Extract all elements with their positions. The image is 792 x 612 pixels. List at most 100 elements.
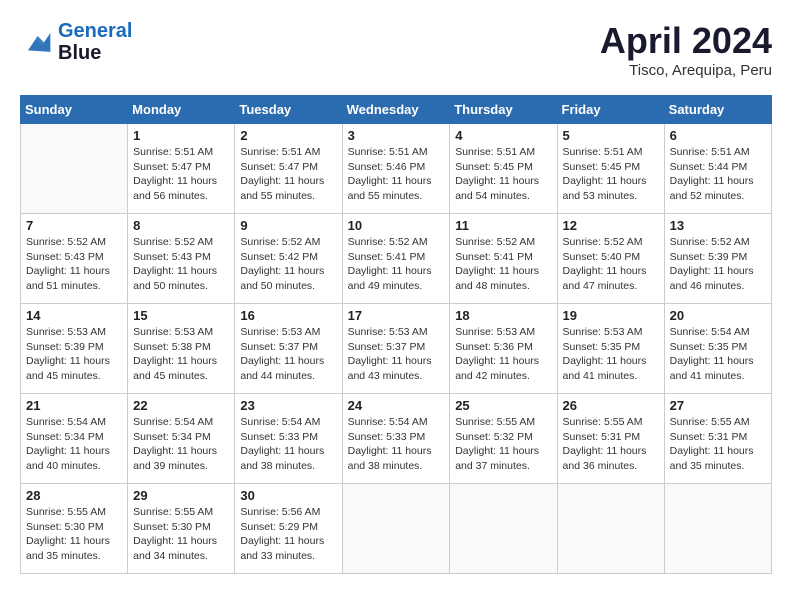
day-info: Sunrise: 5:52 AMSunset: 5:40 PMDaylight:…	[563, 235, 659, 294]
calendar-cell: 18 Sunrise: 5:53 AMSunset: 5:36 PMDayligh…	[450, 304, 557, 394]
calendar-cell: 26 Sunrise: 5:55 AMSunset: 5:31 PMDayligh…	[557, 394, 664, 484]
day-info: Sunrise: 5:52 AMSunset: 5:39 PMDaylight:…	[670, 235, 766, 294]
day-number: 20	[670, 308, 766, 323]
day-number: 11	[455, 218, 551, 233]
calendar-cell	[557, 484, 664, 574]
weekday-header-saturday: Saturday	[664, 96, 771, 124]
week-row-2: 7 Sunrise: 5:52 AMSunset: 5:43 PMDaylight…	[21, 214, 772, 304]
calendar-cell: 17 Sunrise: 5:53 AMSunset: 5:37 PMDayligh…	[342, 304, 450, 394]
day-info: Sunrise: 5:51 AMSunset: 5:47 PMDaylight:…	[240, 145, 336, 204]
day-number: 26	[563, 398, 659, 413]
weekday-header-friday: Friday	[557, 96, 664, 124]
day-info: Sunrise: 5:53 AMSunset: 5:37 PMDaylight:…	[348, 325, 445, 384]
day-info: Sunrise: 5:51 AMSunset: 5:46 PMDaylight:…	[348, 145, 445, 204]
day-number: 4	[455, 128, 551, 143]
day-number: 3	[348, 128, 445, 143]
day-number: 13	[670, 218, 766, 233]
day-number: 15	[133, 308, 229, 323]
day-info: Sunrise: 5:54 AMSunset: 5:33 PMDaylight:…	[240, 415, 336, 474]
day-number: 18	[455, 308, 551, 323]
logo-icon	[20, 28, 52, 56]
month-title: April 2024	[600, 20, 772, 62]
day-number: 28	[26, 488, 122, 503]
calendar-cell: 22 Sunrise: 5:54 AMSunset: 5:34 PMDayligh…	[128, 394, 235, 484]
day-number: 17	[348, 308, 445, 323]
calendar-cell: 27 Sunrise: 5:55 AMSunset: 5:31 PMDayligh…	[664, 394, 771, 484]
day-info: Sunrise: 5:53 AMSunset: 5:38 PMDaylight:…	[133, 325, 229, 384]
calendar-cell: 15 Sunrise: 5:53 AMSunset: 5:38 PMDayligh…	[128, 304, 235, 394]
weekday-header-tuesday: Tuesday	[235, 96, 342, 124]
calendar-cell: 19 Sunrise: 5:53 AMSunset: 5:35 PMDayligh…	[557, 304, 664, 394]
day-number: 25	[455, 398, 551, 413]
day-info: Sunrise: 5:51 AMSunset: 5:47 PMDaylight:…	[133, 145, 229, 204]
calendar-cell: 6Sunrise: 5:51 AMSunset: 5:44 PMDaylight…	[664, 124, 771, 214]
day-number: 19	[563, 308, 659, 323]
calendar-cell: 7Sunrise: 5:52 AMSunset: 5:43 PMDaylight…	[21, 214, 128, 304]
calendar-cell: 3 Sunrise: 5:51 AMSunset: 5:46 PMDaylight…	[342, 124, 450, 214]
calendar-cell: 4 Sunrise: 5:51 AMSunset: 5:45 PMDaylight…	[450, 124, 557, 214]
weekday-header-row: SundayMondayTuesdayWednesdayThursdayFrid…	[21, 96, 772, 124]
day-number: 5	[563, 128, 659, 143]
day-info: Sunrise: 5:53 AMSunset: 5:39 PMDaylight:…	[26, 325, 122, 384]
day-info: Sunrise: 5:55 AMSunset: 5:30 PMDaylight:…	[133, 505, 229, 564]
calendar-cell: 28 Sunrise: 5:55 AMSunset: 5:30 PMDayligh…	[21, 484, 128, 574]
day-info: Sunrise: 5:54 AMSunset: 5:33 PMDaylight:…	[348, 415, 445, 474]
calendar-cell: 13 Sunrise: 5:52 AMSunset: 5:39 PMDayligh…	[664, 214, 771, 304]
title-area: April 2024 Tisco, Arequipa, Peru	[600, 20, 772, 79]
calendar-cell: 9Sunrise: 5:52 AMSunset: 5:42 PMDaylight…	[235, 214, 342, 304]
calendar-cell: 30 Sunrise: 5:56 AMSunset: 5:29 PMDayligh…	[235, 484, 342, 574]
day-number: 1	[133, 128, 229, 143]
day-info: Sunrise: 5:51 AMSunset: 5:45 PMDaylight:…	[563, 145, 659, 204]
week-row-1: 1 Sunrise: 5:51 AMSunset: 5:47 PMDaylight…	[21, 124, 772, 214]
page-header: General Blue April 2024 Tisco, Arequipa,…	[20, 20, 772, 79]
calendar-cell	[664, 484, 771, 574]
day-info: Sunrise: 5:53 AMSunset: 5:37 PMDaylight:…	[240, 325, 336, 384]
calendar-cell: 5 Sunrise: 5:51 AMSunset: 5:45 PMDaylight…	[557, 124, 664, 214]
calendar-cell: 1 Sunrise: 5:51 AMSunset: 5:47 PMDaylight…	[128, 124, 235, 214]
day-info: Sunrise: 5:53 AMSunset: 5:36 PMDaylight:…	[455, 325, 551, 384]
day-info: Sunrise: 5:54 AMSunset: 5:34 PMDaylight:…	[26, 415, 122, 474]
location-subtitle: Tisco, Arequipa, Peru	[600, 62, 772, 79]
calendar-cell: 14 Sunrise: 5:53 AMSunset: 5:39 PMDayligh…	[21, 304, 128, 394]
day-number: 16	[240, 308, 336, 323]
day-number: 14	[26, 308, 122, 323]
calendar-table: SundayMondayTuesdayWednesdayThursdayFrid…	[20, 95, 772, 574]
day-info: Sunrise: 5:55 AMSunset: 5:30 PMDaylight:…	[26, 505, 122, 564]
calendar-cell: 8 Sunrise: 5:52 AMSunset: 5:43 PMDaylight…	[128, 214, 235, 304]
day-info: Sunrise: 5:52 AMSunset: 5:43 PMDaylight:…	[133, 235, 229, 294]
calendar-cell	[450, 484, 557, 574]
calendar-cell: 21 Sunrise: 5:54 AMSunset: 5:34 PMDayligh…	[21, 394, 128, 484]
weekday-header-sunday: Sunday	[21, 96, 128, 124]
calendar-cell: 16 Sunrise: 5:53 AMSunset: 5:37 PMDayligh…	[235, 304, 342, 394]
day-number: 8	[133, 218, 229, 233]
day-info: Sunrise: 5:53 AMSunset: 5:35 PMDaylight:…	[563, 325, 659, 384]
day-info: Sunrise: 5:55 AMSunset: 5:31 PMDaylight:…	[563, 415, 659, 474]
logo-text: General Blue	[58, 20, 132, 64]
week-row-4: 21 Sunrise: 5:54 AMSunset: 5:34 PMDayligh…	[21, 394, 772, 484]
logo: General Blue	[20, 20, 132, 64]
calendar-cell: 25Sunrise: 5:55 AMSunset: 5:32 PMDayligh…	[450, 394, 557, 484]
day-info: Sunrise: 5:56 AMSunset: 5:29 PMDaylight:…	[240, 505, 336, 564]
day-number: 22	[133, 398, 229, 413]
day-number: 7	[26, 218, 122, 233]
day-number: 27	[670, 398, 766, 413]
calendar-cell: 10Sunrise: 5:52 AMSunset: 5:41 PMDayligh…	[342, 214, 450, 304]
day-info: Sunrise: 5:51 AMSunset: 5:45 PMDaylight:…	[455, 145, 551, 204]
day-number: 23	[240, 398, 336, 413]
day-number: 21	[26, 398, 122, 413]
calendar-cell: 2Sunrise: 5:51 AMSunset: 5:47 PMDaylight…	[235, 124, 342, 214]
day-info: Sunrise: 5:54 AMSunset: 5:34 PMDaylight:…	[133, 415, 229, 474]
day-info: Sunrise: 5:55 AMSunset: 5:31 PMDaylight:…	[670, 415, 766, 474]
calendar-cell: 20Sunrise: 5:54 AMSunset: 5:35 PMDayligh…	[664, 304, 771, 394]
calendar-cell: 12 Sunrise: 5:52 AMSunset: 5:40 PMDayligh…	[557, 214, 664, 304]
week-row-3: 14 Sunrise: 5:53 AMSunset: 5:39 PMDayligh…	[21, 304, 772, 394]
day-number: 29	[133, 488, 229, 503]
day-info: Sunrise: 5:52 AMSunset: 5:41 PMDaylight:…	[455, 235, 551, 294]
day-number: 30	[240, 488, 336, 503]
week-row-5: 28 Sunrise: 5:55 AMSunset: 5:30 PMDayligh…	[21, 484, 772, 574]
day-number: 10	[348, 218, 445, 233]
day-info: Sunrise: 5:52 AMSunset: 5:42 PMDaylight:…	[240, 235, 336, 294]
day-number: 12	[563, 218, 659, 233]
day-number: 24	[348, 398, 445, 413]
calendar-cell	[342, 484, 450, 574]
